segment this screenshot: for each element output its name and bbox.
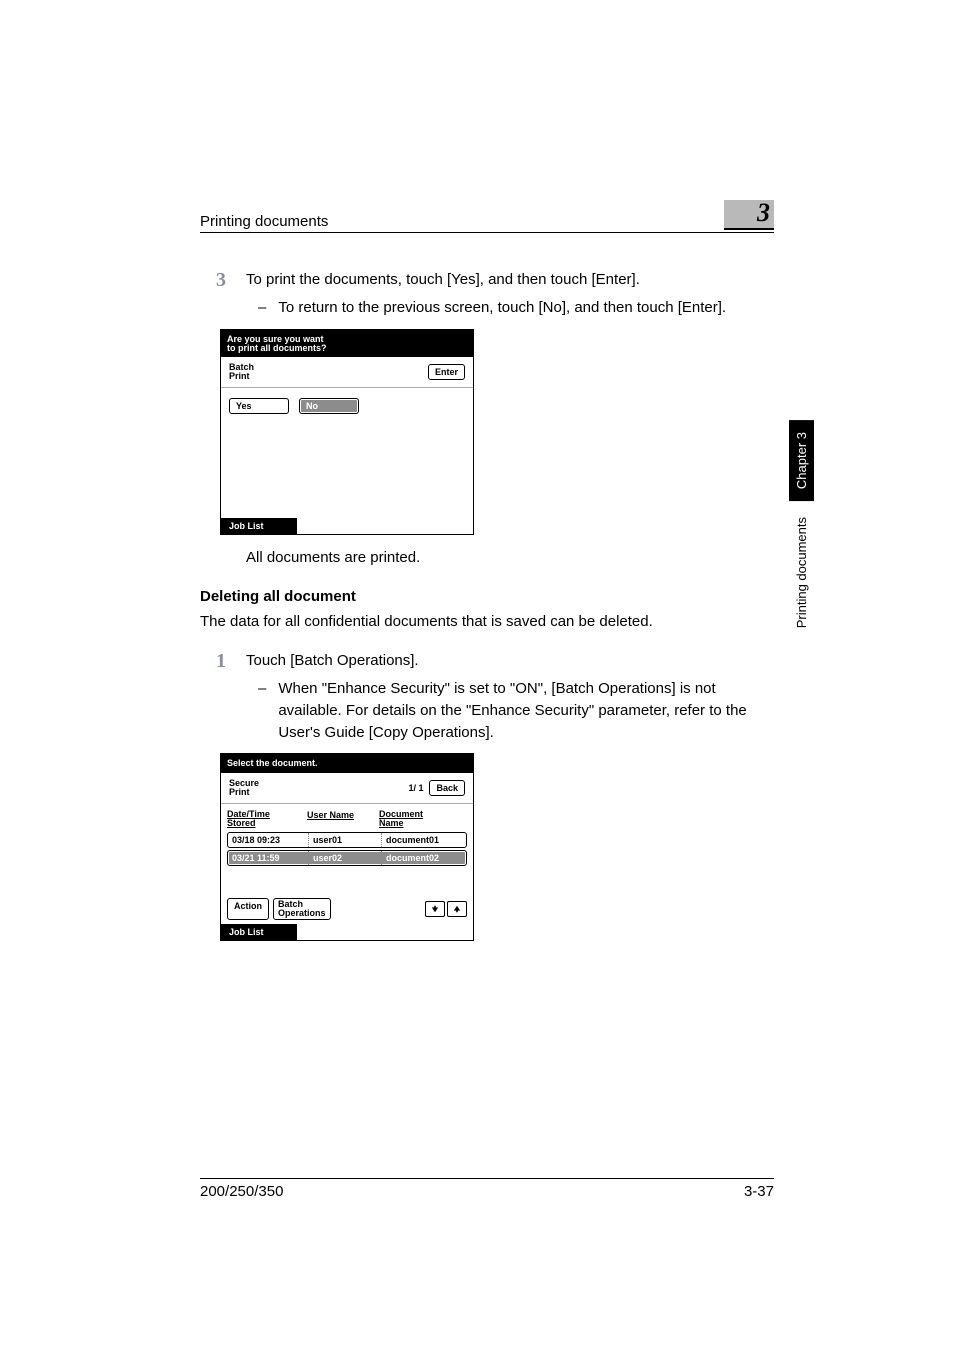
back-button[interactable]: Back <box>429 780 465 796</box>
step-subtext: When "Enhance Security" is set to "ON", … <box>278 678 774 743</box>
result-text: All documents are printed. <box>246 549 774 566</box>
yes-button[interactable]: Yes <box>229 398 289 414</box>
screenshot-select-document: Select the document. SecurePrint 1/ 1 Ba… <box>220 753 474 940</box>
screen-title: Are you sure you want to print all docum… <box>221 330 473 358</box>
header-title: Printing documents <box>200 213 724 230</box>
bullet-dash: – <box>258 297 266 319</box>
screenshot-batch-print-confirm: Are you sure you want to print all docum… <box>220 329 474 536</box>
action-button[interactable]: Action <box>227 898 269 920</box>
enter-button[interactable]: Enter <box>428 364 465 380</box>
screen-title: Select the document. <box>221 754 473 772</box>
footer-model: 200/250/350 <box>200 1183 283 1200</box>
step-text: Touch [Batch Operations]. <box>246 650 774 672</box>
table-row[interactable]: 03/18 09:23 user01 document01 <box>227 832 467 848</box>
side-tab: Chapter 3 Printing documents <box>789 420 814 634</box>
job-list-tab[interactable]: Job List <box>221 518 297 534</box>
chapter-number-badge: 3 <box>724 200 774 230</box>
side-section-label: Printing documents <box>791 511 812 634</box>
footer-page-number: 3-37 <box>744 1183 774 1200</box>
step-number: 1 <box>200 650 226 743</box>
step-3: 3 To print the documents, touch [Yes], a… <box>200 269 774 319</box>
page-footer: 200/250/350 3-37 <box>200 1178 774 1200</box>
job-list-tab[interactable]: Job List <box>221 924 297 940</box>
arrow-down-button[interactable] <box>425 901 445 917</box>
col-user: User Name <box>307 810 379 828</box>
col-doc: DocumentName <box>379 810 467 828</box>
arrow-down-icon <box>431 905 439 913</box>
page-header: Printing documents 3 <box>200 200 774 233</box>
step-text: To print the documents, touch [Yes], and… <box>246 269 774 291</box>
step-number: 3 <box>200 269 226 319</box>
mode-label: BatchPrint <box>229 363 254 381</box>
arrow-up-button[interactable] <box>447 901 467 917</box>
arrow-up-icon <box>453 905 461 913</box>
mode-label: SecurePrint <box>229 779 259 797</box>
side-chapter-label: Chapter 3 <box>789 420 814 501</box>
delete-intro: The data for all confidential documents … <box>200 613 774 630</box>
no-button[interactable]: No <box>299 398 359 414</box>
subheading-deleting: Deleting all document <box>200 588 774 605</box>
table-row[interactable]: 03/21 11:59 user02 document02 <box>227 850 467 866</box>
bullet-dash: – <box>258 678 266 743</box>
col-date: Date/TimeStored <box>227 810 307 828</box>
step-subtext: To return to the previous screen, touch … <box>278 297 726 319</box>
page-indicator: 1/ 1 <box>408 783 423 793</box>
step-1: 1 Touch [Batch Operations]. – When "Enha… <box>200 650 774 743</box>
batch-operations-button[interactable]: BatchOperations <box>273 898 331 920</box>
